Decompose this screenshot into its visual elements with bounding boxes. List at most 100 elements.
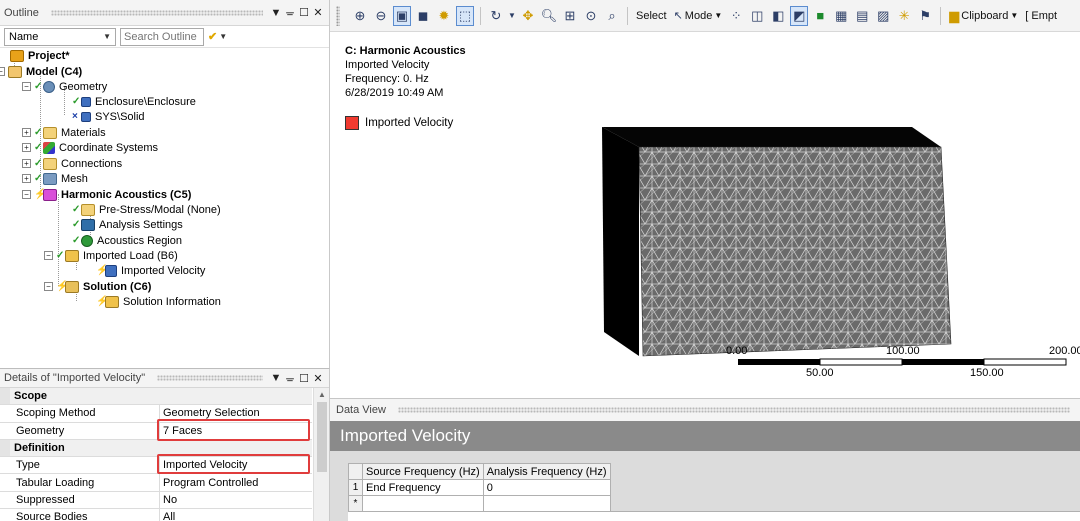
label-icon[interactable]: ⚑ xyxy=(916,6,934,26)
table-row: * xyxy=(348,495,611,512)
maximize-icon[interactable]: ☐ xyxy=(297,372,311,385)
details-scrollbar[interactable]: ▲ xyxy=(313,388,329,521)
connections-icon xyxy=(43,157,57,170)
select-element-icon[interactable]: ▤ xyxy=(853,6,871,26)
row-number: * xyxy=(348,495,363,512)
title-grip[interactable] xyxy=(50,9,263,16)
table-cell[interactable] xyxy=(362,495,484,512)
maximize-icon[interactable]: ☐ xyxy=(297,6,311,19)
clipboard-label: Clipboard xyxy=(961,9,1009,22)
property-value[interactable]: Program Controlled xyxy=(160,474,312,490)
details-row[interactable]: Suppressed No xyxy=(0,491,312,510)
title-grip[interactable] xyxy=(157,375,263,381)
pin-icon[interactable]: ᚚ xyxy=(283,6,297,19)
pane-menu-icon[interactable]: ▼ xyxy=(269,372,283,384)
property-name: Scope xyxy=(14,390,48,403)
expand-icon[interactable]: + xyxy=(22,174,31,183)
scroll-thumb[interactable] xyxy=(317,402,327,472)
zoom-icon[interactable]: 🔍︎ xyxy=(540,6,558,26)
tree-node[interactable]: − ✓ Imported Load (B6) xyxy=(44,248,178,263)
select-element-face-icon[interactable]: ▨ xyxy=(874,6,892,26)
box-zoom-icon[interactable]: ⊞ xyxy=(561,6,579,26)
tree-node[interactable]: + ✓ Materials xyxy=(22,125,106,140)
column-header[interactable]: Analysis Frequency (Hz) xyxy=(482,463,611,480)
close-icon[interactable]: ✕ xyxy=(311,6,325,19)
tree-node-label: Mesh xyxy=(61,172,88,185)
select-edge-icon[interactable]: ◫ xyxy=(748,6,766,26)
select-node-icon[interactable]: ▦ xyxy=(832,6,850,26)
status-check-icon: ✓ xyxy=(72,204,81,215)
solid-body-icon xyxy=(81,96,91,107)
dropdown-icon[interactable]: ▼ xyxy=(508,6,516,26)
scroll-up-icon[interactable]: ▲ xyxy=(318,390,326,399)
table-cell[interactable]: 0 xyxy=(482,479,611,496)
close-icon[interactable]: ✕ xyxy=(311,372,325,385)
select-body-icon[interactable]: ◩ xyxy=(790,5,809,26)
tree-node[interactable]: − ⚡ Harmonic Acoustics (C5) xyxy=(22,187,191,202)
collapse-icon[interactable]: − xyxy=(44,282,53,291)
toolbar-grip[interactable] xyxy=(336,5,340,26)
tree-node[interactable]: + ✓ Connections xyxy=(22,156,122,171)
data-view-title-bar: Data View xyxy=(330,399,1080,421)
table-cell[interactable]: End Frequency xyxy=(362,479,484,496)
details-group-header[interactable]: Scope xyxy=(0,388,312,406)
column-header[interactable]: Source Frequency (Hz) xyxy=(362,463,484,480)
pane-menu-icon[interactable]: ▼ xyxy=(269,7,283,19)
mode-button[interactable]: ↖ Mode ▼ xyxy=(672,9,725,23)
tree-node[interactable]: ✓ Enclosure\Enclosure xyxy=(72,94,196,109)
property-value[interactable]: No xyxy=(160,492,312,508)
pan-icon[interactable]: ✥ xyxy=(519,6,537,26)
tree-node[interactable]: − ✓ Geometry xyxy=(22,79,107,94)
zoom-out-icon[interactable]: ⊖ xyxy=(372,6,390,26)
magnifier-icon[interactable]: ⌕ xyxy=(603,6,621,26)
search-outline-input[interactable] xyxy=(120,27,204,46)
select-body-green-icon[interactable]: ■ xyxy=(811,6,829,26)
tree-node[interactable]: ⚡ Solution Information xyxy=(96,294,221,309)
zoom-to-fit-icon[interactable]: ⊙ xyxy=(582,6,600,26)
empty-selection-button[interactable]: [ Empt xyxy=(1023,10,1059,22)
rotate-icon[interactable]: ↻ xyxy=(487,6,505,26)
search-options-button[interactable]: ✔ ▼ xyxy=(208,30,227,43)
status-check-icon: ✓ xyxy=(34,142,43,153)
graphics-view[interactable]: C: Harmonic Acoustics Imported Velocity … xyxy=(330,32,1080,398)
tree-node[interactable]: + ✓ Coordinate Systems xyxy=(22,140,158,155)
collapse-icon[interactable]: − xyxy=(44,251,53,260)
tree-node[interactable]: ✓ Analysis Settings xyxy=(72,217,183,232)
select-button[interactable]: Select xyxy=(634,10,669,22)
clipboard-button[interactable]: ▆ Clipboard ▼ xyxy=(947,8,1020,24)
expand-icon[interactable]: + xyxy=(22,143,31,152)
collapse-icon[interactable]: − xyxy=(22,82,31,91)
status-bolt-icon: ⚡ xyxy=(34,189,47,200)
table-cell[interactable] xyxy=(482,495,611,512)
solution-information-icon xyxy=(105,295,119,308)
row-number: 1 xyxy=(348,479,363,496)
expand-icon[interactable]: + xyxy=(22,128,31,137)
tree-node[interactable]: + ✓ Mesh xyxy=(22,171,88,186)
coordinate-icon[interactable]: ✳ xyxy=(895,6,913,26)
collapse-icon[interactable]: − xyxy=(0,67,5,76)
property-value[interactable]: All xyxy=(160,509,312,521)
details-row[interactable]: Tabular Loading Program Controlled xyxy=(0,474,312,492)
pin-icon[interactable]: ᚚ xyxy=(283,372,297,385)
coordinate-systems-icon xyxy=(43,141,55,154)
tree-node[interactable]: − ⚡ Solution (C6) xyxy=(44,279,151,294)
collapse-icon[interactable]: − xyxy=(22,190,31,199)
tree-node[interactable]: ✓ Acoustics Region xyxy=(72,233,182,248)
tree-node[interactable]: Project* xyxy=(10,48,70,63)
cube-icon[interactable]: ◼ xyxy=(414,6,432,26)
select-vertex-icon[interactable]: ⁘ xyxy=(727,6,745,26)
tree-node[interactable]: ⚡ Imported Velocity xyxy=(96,263,205,278)
expand-icon[interactable]: + xyxy=(22,159,31,168)
tree-node[interactable]: ✓ Pre-Stress/Modal (None) xyxy=(72,202,221,217)
solid-view-icon[interactable]: ▣ xyxy=(393,5,411,26)
tree-node[interactable]: × SYS\Solid xyxy=(72,109,145,124)
title-grip[interactable] xyxy=(397,407,1070,413)
outline-filter-select[interactable]: Name ▼ xyxy=(4,27,116,46)
tree-node[interactable]: − Model (C4) xyxy=(0,64,82,79)
select-face-icon[interactable]: ◧ xyxy=(769,6,787,26)
tabular-data-table[interactable]: Source Frequency (Hz) Analysis Frequency… xyxy=(348,463,611,512)
details-row[interactable]: Source Bodies All xyxy=(0,509,312,521)
render-icon[interactable]: ✹ xyxy=(435,6,453,26)
zoom-in-icon[interactable]: ⊕ xyxy=(351,6,369,26)
box-select-icon[interactable]: ⬚ xyxy=(456,5,474,26)
